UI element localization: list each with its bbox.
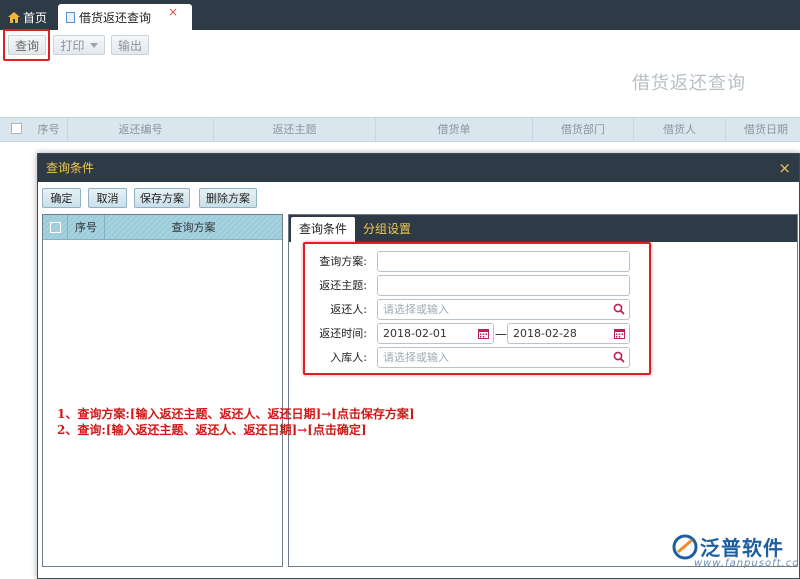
chevron-down-icon: [89, 42, 98, 48]
logo-mark-icon: [672, 534, 698, 560]
dialog-title-bar: 查询条件 ×: [38, 154, 799, 182]
col-header-return-no[interactable]: 返还编号: [68, 118, 214, 141]
highlight-box-query: [3, 29, 50, 61]
select-all-checkbox[interactable]: [11, 123, 22, 134]
instruction-note-1: 1、查询方案:[输入返还主题、返还人、返还日期]→[点击保存方案]: [57, 407, 415, 421]
grid-header: 序号 返还编号 返还主题 借货单 借货部门 借货人 借货日期: [0, 117, 800, 142]
col-header-return-subject[interactable]: 返还主题: [214, 118, 376, 141]
dialog-close-icon[interactable]: ×: [778, 154, 791, 182]
app-window: 首页 借货返还查询 × 查询 打印 输出 借货返还查询 序号 返还编号 返还主题…: [0, 0, 800, 579]
highlight-box-conditions: [303, 242, 651, 375]
scheme-list-header: 序号 查询方案: [43, 215, 282, 240]
tab-home[interactable]: 首页: [8, 4, 47, 30]
scheme-col-index[interactable]: 序号: [67, 215, 104, 240]
toolbar: 查询 打印 输出: [0, 30, 800, 60]
tab-return-query-label: 借货返还查询: [79, 10, 152, 25]
col-header-borrower[interactable]: 借货人: [634, 118, 726, 141]
export-button[interactable]: 输出: [111, 35, 149, 55]
print-button[interactable]: 打印: [53, 35, 105, 55]
brand-logo: 泛普软件 www.fanpusoft.com: [672, 532, 800, 572]
delete-scheme-button[interactable]: 删除方案: [199, 188, 257, 208]
col-header-index[interactable]: 序号: [30, 118, 68, 141]
tab-query-conditions[interactable]: 查询条件: [291, 217, 356, 242]
scheme-select-all-checkbox[interactable]: [50, 222, 61, 233]
logo-text: 泛普软件: [700, 536, 784, 560]
condition-tabs: 查询条件 分组设置: [289, 215, 797, 242]
save-scheme-button[interactable]: 保存方案: [134, 188, 190, 208]
document-icon: [66, 11, 75, 23]
tab-close-icon[interactable]: ×: [168, 5, 178, 19]
dialog-title: 查询条件: [46, 161, 95, 175]
home-icon: [8, 11, 20, 23]
tab-bar: 首页 借货返还查询 ×: [0, 0, 800, 30]
tab-group-settings[interactable]: 分组设置: [355, 217, 419, 242]
instruction-note-2: 2、查询:[输入返还主题、返还人、返还日期]→[点击确定]: [57, 423, 367, 437]
page-title: 借货返还查询: [632, 73, 746, 94]
scheme-col-name[interactable]: 查询方案: [104, 215, 282, 240]
scheme-list-panel: 序号 查询方案: [42, 214, 283, 567]
cancel-button[interactable]: 取消: [88, 188, 127, 208]
tab-home-label: 首页: [23, 10, 48, 25]
col-header-borrow-dept[interactable]: 借货部门: [533, 118, 634, 141]
print-button-label: 打印: [60, 38, 85, 53]
col-header-borrow-order[interactable]: 借货单: [376, 118, 533, 141]
logo-url: www.fanpusoft.com: [694, 558, 800, 569]
col-header-borrow-date[interactable]: 借货日期: [726, 118, 800, 141]
confirm-button[interactable]: 确定: [42, 188, 81, 208]
dialog-toolbar: 确定 取消 保存方案 删除方案: [38, 182, 799, 212]
